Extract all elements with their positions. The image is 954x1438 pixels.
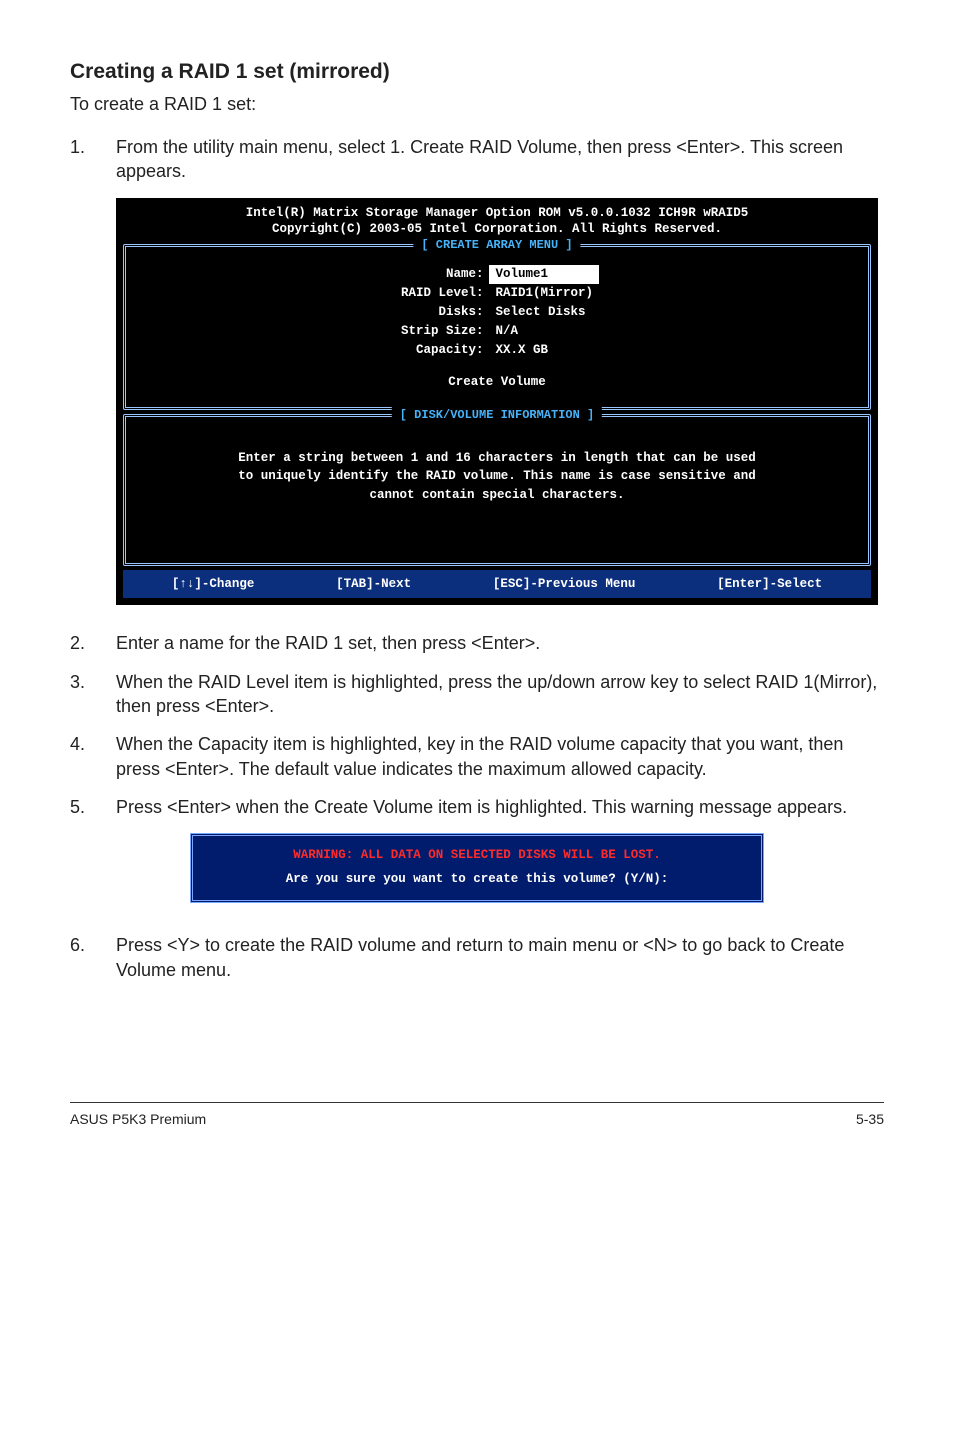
kv-strip-val[interactable]: N/A: [489, 322, 599, 341]
step-text: From the utility main menu, select 1. Cr…: [116, 135, 884, 184]
bios-create-array-panel: [ CREATE ARRAY MENU ] Name: Volume1 RAID…: [123, 244, 871, 409]
kv-strip-key: Strip Size:: [395, 322, 490, 341]
kv-name-val[interactable]: Volume1: [489, 265, 599, 284]
create-volume-item[interactable]: Create Volume: [142, 374, 852, 391]
step-text: Press <Y> to create the RAID volume and …: [116, 933, 884, 982]
warning-line2[interactable]: Are you sure you want to create this vol…: [197, 864, 757, 896]
bios-title-line2: Copyright(C) 2003-05 Intel Corporation. …: [123, 221, 871, 238]
intro-text: To create a RAID 1 set:: [70, 94, 884, 115]
info-line: Enter a string between 1 and 16 characte…: [142, 449, 852, 468]
kv-raid-key: RAID Level:: [395, 284, 490, 303]
bios-title-line1: Intel(R) Matrix Storage Manager Option R…: [123, 205, 871, 222]
info-line: to uniquely identify the RAID volume. Th…: [142, 467, 852, 486]
step-number: 2.: [70, 631, 116, 655]
step-number: 3.: [70, 670, 116, 719]
step-text: Press <Enter> when the Create Volume ite…: [116, 795, 884, 819]
bios-footer-key-next: [TAB]-Next: [336, 576, 411, 593]
bios-panel-label: [ CREATE ARRAY MENU ]: [413, 237, 580, 253]
kv-disks-key: Disks:: [395, 303, 490, 322]
kv-raid-val[interactable]: RAID1(Mirror): [489, 284, 599, 303]
warning-dialog: WARNING: ALL DATA ON SELECTED DISKS WILL…: [190, 833, 764, 903]
kv-cap-val[interactable]: XX.X GB: [489, 341, 599, 360]
step-text: Enter a name for the RAID 1 set, then pr…: [116, 631, 884, 655]
footer-left: ASUS P5K3 Premium: [70, 1111, 206, 1127]
kv-name-key: Name:: [395, 265, 490, 284]
info-line: cannot contain special characters.: [142, 486, 852, 505]
bios-disk-info-panel: [ DISK/VOLUME INFORMATION ] Enter a stri…: [123, 414, 871, 566]
step-number: 6.: [70, 933, 116, 982]
step-text: When the Capacity item is highlighted, k…: [116, 732, 884, 781]
kv-cap-key: Capacity:: [395, 341, 490, 360]
bios-panel-label: [ DISK/VOLUME INFORMATION ]: [392, 407, 602, 423]
step-number: 4.: [70, 732, 116, 781]
footer-right: 5-35: [856, 1111, 884, 1127]
kv-disks-val[interactable]: Select Disks: [489, 303, 599, 322]
bios-footer: [↑↓]-Change [TAB]-Next [ESC]-Previous Me…: [123, 570, 871, 599]
step-number: 5.: [70, 795, 116, 819]
page-footer: ASUS P5K3 Premium 5-35: [70, 1102, 884, 1127]
step-number: 1.: [70, 135, 116, 184]
bios-footer-key-change: [↑↓]-Change: [172, 576, 255, 593]
step-text: When the RAID Level item is highlighted,…: [116, 670, 884, 719]
warning-line1: WARNING: ALL DATA ON SELECTED DISKS WILL…: [197, 840, 757, 864]
section-heading: Creating a RAID 1 set (mirrored): [70, 60, 884, 84]
bios-footer-key-select: [Enter]-Select: [717, 576, 822, 593]
bios-footer-key-prev: [ESC]-Previous Menu: [493, 576, 636, 593]
bios-screenshot: Intel(R) Matrix Storage Manager Option R…: [116, 198, 878, 606]
